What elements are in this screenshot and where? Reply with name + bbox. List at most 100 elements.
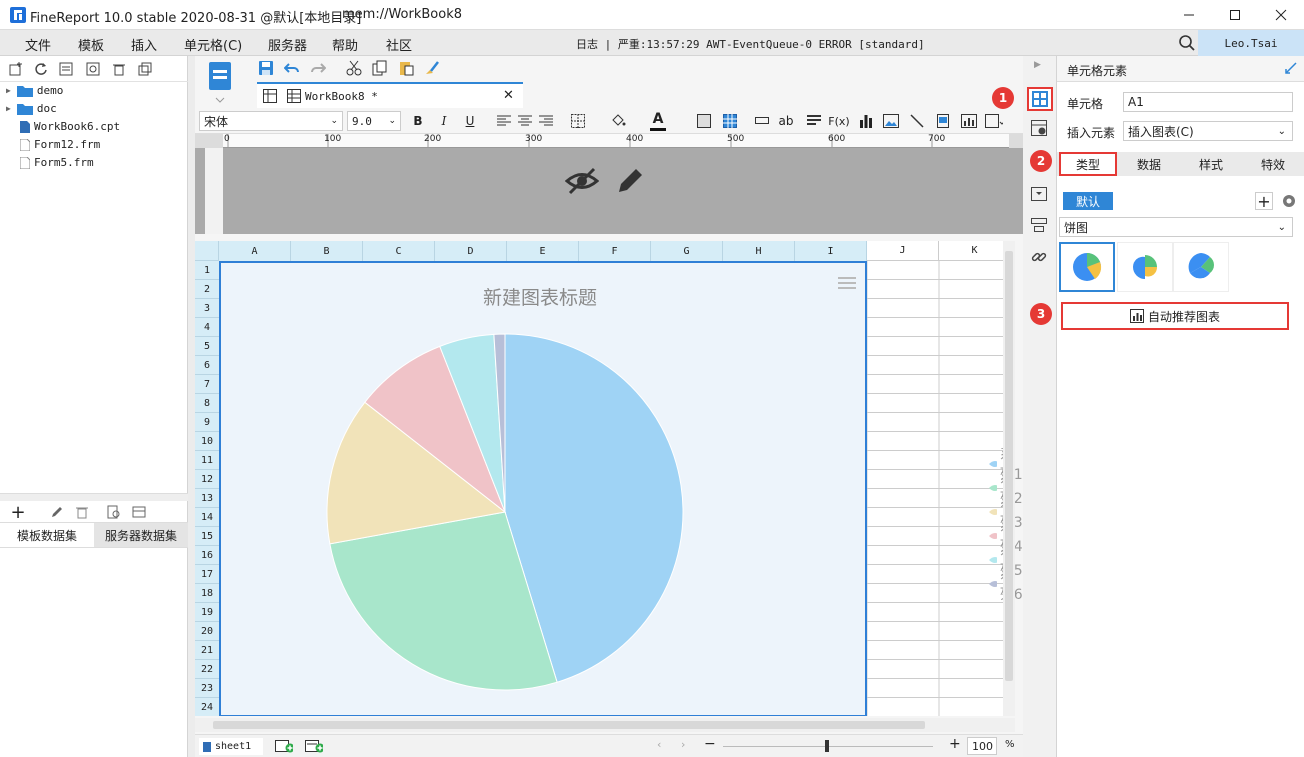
- format-painter-icon[interactable]: [423, 59, 441, 77]
- save-icon[interactable]: [257, 59, 275, 77]
- zoom-out-icon[interactable]: −: [704, 736, 716, 752]
- server-dataset-icon[interactable]: [130, 503, 148, 521]
- row-header[interactable]: 19: [195, 603, 219, 622]
- fill-color-icon[interactable]: [609, 112, 627, 130]
- row-header[interactable]: 14: [195, 508, 219, 527]
- column-header[interactable]: J: [867, 241, 939, 261]
- copy-icon[interactable]: [136, 60, 154, 78]
- tab-template-dataset[interactable]: 模板数据集: [0, 523, 94, 547]
- auto-recommend-button[interactable]: 自动推荐图表: [1061, 302, 1289, 330]
- row-header[interactable]: 6: [195, 356, 219, 375]
- image-icon[interactable]: [882, 112, 900, 130]
- menu-community[interactable]: 社区: [386, 35, 412, 54]
- rose-pie-option[interactable]: [1117, 242, 1173, 292]
- row-header[interactable]: 4: [195, 318, 219, 337]
- text-button[interactable]: ab: [777, 112, 795, 130]
- row-header[interactable]: 1: [195, 261, 219, 280]
- rich-text-icon[interactable]: [805, 112, 823, 130]
- copy-icon[interactable]: [371, 59, 389, 77]
- row-header[interactable]: 15: [195, 527, 219, 546]
- spreadsheet-grid[interactable]: A B C D E F G H I J K 1 2 3 4 5 6 7 8 9 10 11 12 13 1…: [195, 241, 1015, 716]
- row-header[interactable]: 12: [195, 470, 219, 489]
- formula-button[interactable]: F(x): [828, 112, 849, 130]
- refresh-icon[interactable]: [32, 60, 50, 78]
- column-header[interactable]: E: [507, 241, 579, 261]
- insert-cell-icon[interactable]: [753, 112, 771, 130]
- row-header[interactable]: 16: [195, 546, 219, 565]
- table-icon[interactable]: [721, 112, 739, 130]
- add-dataset-icon[interactable]: +: [6, 502, 30, 523]
- font-color-icon[interactable]: A: [649, 110, 667, 128]
- bold-button[interactable]: B: [409, 112, 427, 130]
- settings-icon[interactable]: [84, 60, 102, 78]
- menu-insert[interactable]: 插入: [131, 35, 157, 54]
- more-icon[interactable]: [985, 112, 1003, 130]
- border-icon[interactable]: [569, 112, 587, 130]
- zoom-slider-handle[interactable]: [825, 740, 829, 752]
- add-polybook-icon[interactable]: [305, 737, 323, 755]
- vertical-scrollbar[interactable]: [1003, 241, 1015, 716]
- pie-chart-option[interactable]: [1059, 242, 1115, 292]
- tab-effect[interactable]: 特效: [1243, 152, 1303, 176]
- redo-icon[interactable]: [309, 59, 327, 77]
- slash-icon[interactable]: [908, 112, 926, 130]
- tree-item[interactable]: WorkBook6.cpt: [20, 120, 120, 133]
- tree-item[interactable]: ▶ demo: [6, 84, 63, 97]
- default-tag[interactable]: 默认: [1063, 192, 1113, 210]
- close-button[interactable]: [1258, 0, 1304, 30]
- chart-menu-icon[interactable]: [838, 276, 856, 290]
- chart-cell[interactable]: 新建图表标题: [219, 261, 867, 716]
- paste-icon[interactable]: [397, 59, 415, 77]
- insert-element-select[interactable]: 插入图表(C) ⌄: [1123, 121, 1293, 141]
- open-icon[interactable]: [57, 60, 75, 78]
- user-name[interactable]: Leo.Tsai: [1198, 30, 1304, 56]
- maximize-button[interactable]: [1212, 0, 1258, 30]
- hide-icon[interactable]: [565, 166, 599, 196]
- cell-element-tab[interactable]: [1027, 87, 1053, 111]
- row-header[interactable]: 21: [195, 641, 219, 660]
- row-header[interactable]: 8: [195, 394, 219, 413]
- chart-icon[interactable]: [857, 112, 875, 130]
- tab-server-dataset[interactable]: 服务器数据集: [94, 523, 188, 547]
- gear-icon[interactable]: [1281, 193, 1297, 209]
- delete-icon[interactable]: [73, 503, 91, 521]
- column-header[interactable]: F: [579, 241, 651, 261]
- prev-sheet-icon[interactable]: ‹: [657, 738, 661, 751]
- tree-item[interactable]: ▶ doc: [6, 102, 57, 115]
- column-header[interactable]: I: [795, 241, 867, 261]
- underline-button[interactable]: U: [461, 112, 479, 130]
- row-header[interactable]: 17: [195, 565, 219, 584]
- hyperlink-icon[interactable]: [1031, 249, 1047, 265]
- search-icon[interactable]: [1178, 34, 1196, 52]
- pie-chart[interactable]: [219, 261, 867, 716]
- menu-cell[interactable]: 单元格(C): [184, 35, 242, 54]
- column-header[interactable]: D: [435, 241, 507, 261]
- minimize-button[interactable]: [1166, 0, 1212, 30]
- row-header[interactable]: 20: [195, 622, 219, 641]
- tab-style[interactable]: 样式: [1181, 152, 1241, 176]
- column-header[interactable]: A: [219, 241, 291, 261]
- edit-header-icon[interactable]: [615, 166, 645, 196]
- template-type-icon[interactable]: [205, 60, 235, 104]
- add-sheet-icon[interactable]: [275, 737, 293, 755]
- cell-field[interactable]: A1: [1123, 92, 1293, 112]
- italic-button[interactable]: I: [435, 112, 453, 130]
- row-header[interactable]: 24: [195, 698, 219, 716]
- align-center-icon[interactable]: [516, 112, 534, 130]
- close-tab-icon[interactable]: ✕: [503, 88, 514, 103]
- row-header[interactable]: 18: [195, 584, 219, 603]
- row-header[interactable]: 13: [195, 489, 219, 508]
- select-all-corner[interactable]: [195, 241, 219, 261]
- column-header[interactable]: C: [363, 241, 435, 261]
- font-size-select[interactable]: 9.0 ⌄: [347, 111, 401, 131]
- menu-file[interactable]: 文件: [25, 35, 51, 54]
- zoom-input[interactable]: 100: [967, 737, 997, 755]
- align-right-icon[interactable]: [537, 112, 555, 130]
- rose-pie-2-option[interactable]: [1173, 242, 1229, 292]
- row-header[interactable]: 9: [195, 413, 219, 432]
- tab-data[interactable]: 数据: [1119, 152, 1179, 176]
- splitter[interactable]: [0, 493, 188, 501]
- menu-server[interactable]: 服务器: [268, 35, 307, 54]
- column-header[interactable]: B: [291, 241, 363, 261]
- collapse-icon[interactable]: ▶: [1034, 60, 1041, 70]
